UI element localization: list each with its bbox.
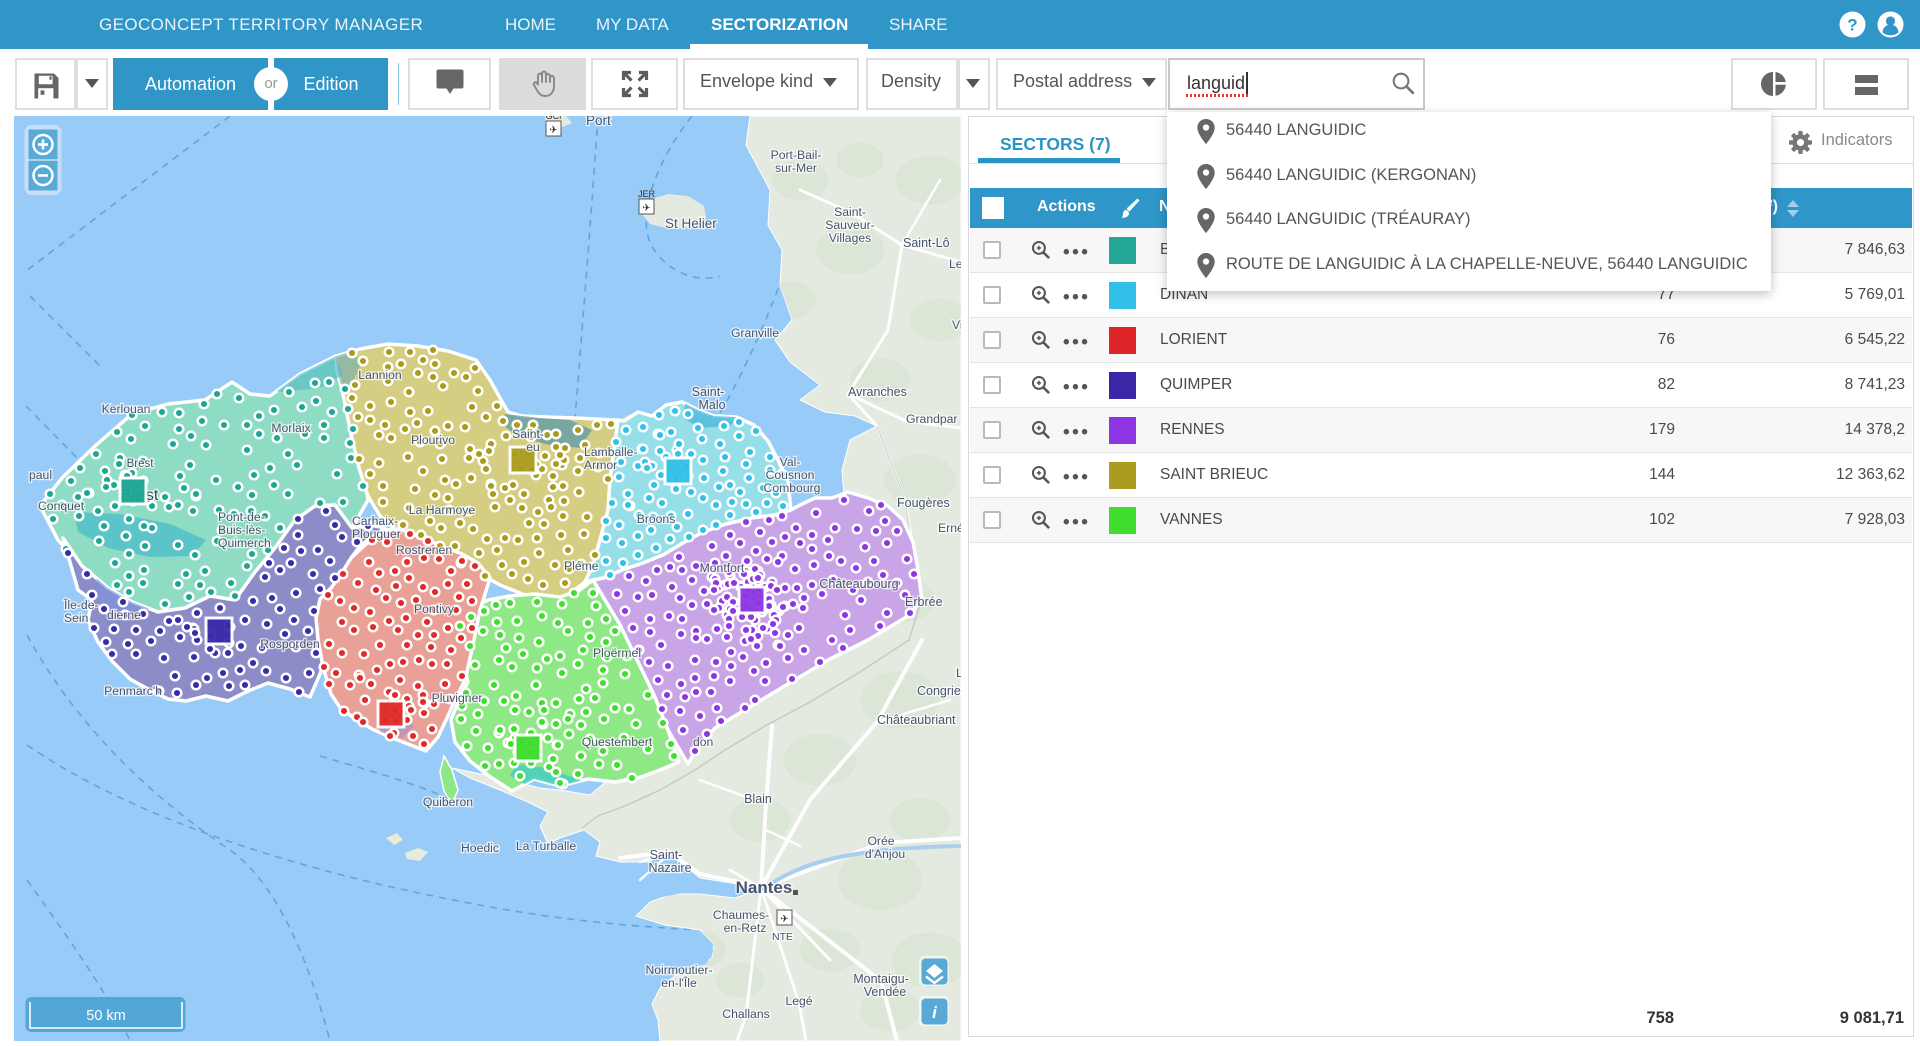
svg-text:paul: paul xyxy=(29,468,52,482)
svg-text:Cousnon: Cousnon xyxy=(766,468,815,482)
svg-text:Saint-: Saint- xyxy=(834,205,866,219)
svg-text:Morlaix: Morlaix xyxy=(271,421,310,435)
svg-text:Combourg: Combourg xyxy=(764,481,821,495)
svg-text:Nazaire: Nazaire xyxy=(648,861,691,875)
svg-text:Kerlouan: Kerlouan xyxy=(102,402,151,416)
svg-text:Sein: Sein xyxy=(64,611,88,625)
svg-text:Saint-: Saint- xyxy=(650,848,683,862)
svg-text:Avranches: Avranches xyxy=(848,385,907,399)
svg-text:Lon: Lon xyxy=(956,666,961,680)
svg-text:GCI: GCI xyxy=(545,116,561,121)
svg-text:don: don xyxy=(693,735,713,749)
svg-text:St Helier: St Helier xyxy=(665,216,717,231)
svg-text:Villages: Villages xyxy=(829,231,871,245)
svg-text:Port-Bail-: Port-Bail- xyxy=(771,148,822,162)
svg-text:Erné: Erné xyxy=(938,521,961,535)
svg-text:Armor: Armor xyxy=(584,458,617,472)
svg-text:Quimerch: Quimerch xyxy=(218,536,271,550)
svg-text:Montfort-: Montfort- xyxy=(700,561,749,575)
svg-text:?: ? xyxy=(1847,16,1857,35)
svg-text:eu: eu xyxy=(526,440,540,454)
svg-text:Île-de-: Île-de- xyxy=(63,597,99,612)
svg-text:✈: ✈ xyxy=(780,914,788,925)
svg-text:Broons: Broons xyxy=(637,512,676,526)
svg-text:Port: Port xyxy=(586,116,611,128)
svg-text:Grandpar: Grandpar xyxy=(906,412,958,426)
svg-text:Blain: Blain xyxy=(744,792,772,806)
svg-text:Granville: Granville xyxy=(731,326,779,340)
svg-text:dierne: dierne xyxy=(107,608,141,622)
svg-text:Fougères: Fougères xyxy=(897,496,950,510)
svg-text:✈: ✈ xyxy=(642,203,650,214)
svg-text:Saint-Lô: Saint-Lô xyxy=(903,236,950,250)
svg-text:Saint-: Saint- xyxy=(692,385,725,399)
svg-text:La Turballe: La Turballe xyxy=(516,839,577,853)
svg-text:Saint-: Saint- xyxy=(512,427,544,441)
svg-text:Questembert: Questembert xyxy=(582,735,653,749)
svg-text:Pont-de-: Pont-de- xyxy=(218,510,265,524)
svg-text:Congrier: Congrier xyxy=(917,684,961,698)
svg-text:Buis-lès-: Buis-lès- xyxy=(218,523,265,537)
svg-text:Erbrée: Erbrée xyxy=(905,595,943,609)
svg-text:Quiberon: Quiberon xyxy=(423,795,473,809)
svg-text:sur-Mer: sur-Mer xyxy=(775,161,817,175)
svg-text:Montaigu-: Montaigu- xyxy=(853,972,909,986)
svg-text:Rostrenen: Rostrenen xyxy=(396,543,452,557)
svg-text:Plouguer: Plouguer xyxy=(352,527,401,541)
svg-text:Challans: Challans xyxy=(722,1007,769,1021)
svg-text:Noirmoutier-: Noirmoutier- xyxy=(645,963,712,977)
svg-text:Pléme: Pléme xyxy=(564,559,599,573)
svg-text:Conquet: Conquet xyxy=(38,499,85,513)
svg-text:en-Retz: en-Retz xyxy=(724,921,767,935)
svg-text:Pluvigner: Pluvigner xyxy=(432,691,483,705)
svg-text:Châteaubourg: Châteaubourg xyxy=(819,577,898,591)
svg-text:NTE: NTE xyxy=(772,931,793,943)
svg-text:Legé: Legé xyxy=(785,994,812,1008)
svg-text:Pontivy: Pontivy xyxy=(414,602,455,616)
svg-text:Brest: Brest xyxy=(127,458,155,470)
svg-text:Ploërmel: Ploërmel xyxy=(593,646,641,660)
svg-text:La Harmoye: La Harmoye xyxy=(409,503,476,517)
svg-text:Vendée: Vendée xyxy=(864,985,906,999)
svg-text:Carhaix-: Carhaix- xyxy=(352,514,398,528)
svg-text:Lamballe-: Lamballe- xyxy=(584,445,638,459)
svg-text:Penmarc'h: Penmarc'h xyxy=(104,684,162,698)
svg-text:Vir: Vir xyxy=(952,318,961,332)
svg-text:JER: JER xyxy=(638,189,656,199)
svg-text:Les: Les xyxy=(949,257,961,271)
svg-text:Rosporden: Rosporden xyxy=(260,637,320,651)
svg-text:✈: ✈ xyxy=(549,125,557,136)
svg-text:Val-: Val- xyxy=(780,455,801,469)
svg-text:en-l'Île: en-l'Île xyxy=(661,975,697,990)
svg-text:Hoedic: Hoedic xyxy=(461,841,499,855)
svg-text:d'Anjou: d'Anjou xyxy=(865,847,905,861)
svg-text:Châteaubriant: Châteaubriant xyxy=(877,713,956,727)
svg-text:Malo: Malo xyxy=(698,398,725,412)
svg-text:Chaumes-: Chaumes- xyxy=(713,908,769,922)
svg-text:Sauveur-: Sauveur- xyxy=(825,218,874,232)
svg-text:Nantes: Nantes xyxy=(736,878,793,897)
svg-text:Lannion: Lannion xyxy=(358,368,401,382)
svg-text:Orée: Orée xyxy=(867,834,894,848)
svg-text:Plourivo: Plourivo xyxy=(411,433,455,447)
svg-text:50 km: 50 km xyxy=(86,1008,126,1024)
